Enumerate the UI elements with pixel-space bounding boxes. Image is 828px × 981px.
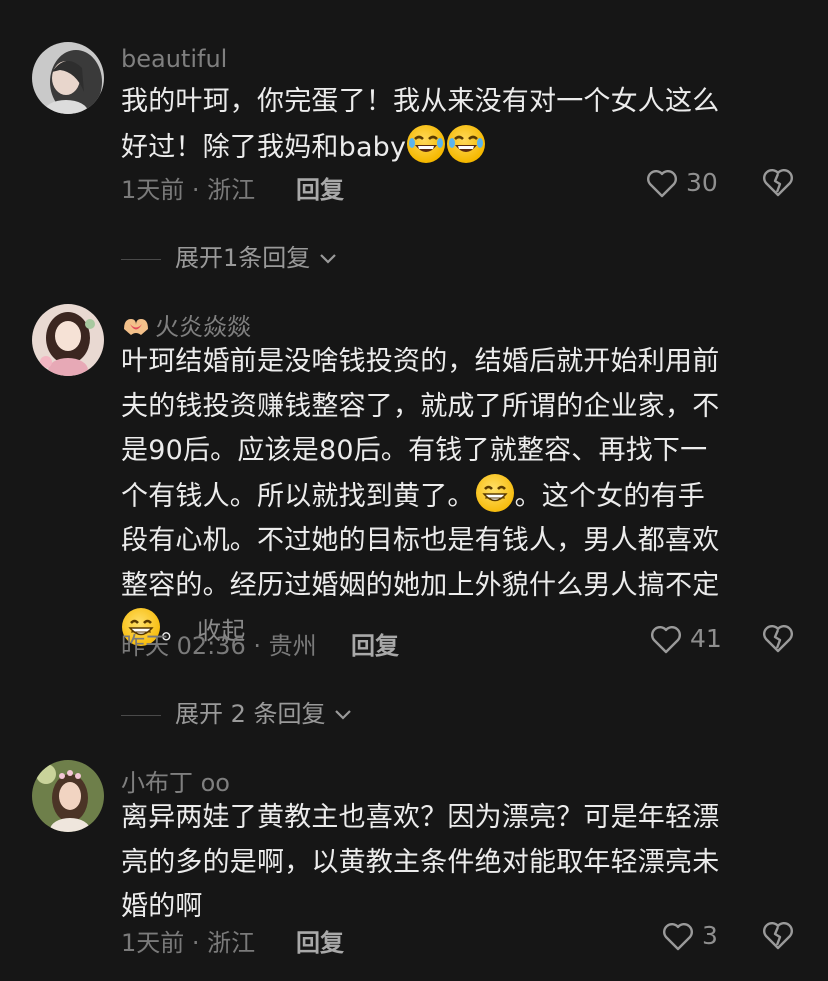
comment-line: 夫的钱投资赚钱整容了，就成了所谓的企业家，不 [121,390,720,422]
username[interactable]: 小布丁 oo [121,763,230,798]
comment-line: 是90后。应该是80后。有钱了就整容、再找下一 [121,435,708,466]
rolling-laughing-emoji [447,124,486,163]
comment-text-segment: 好过！除了我妈和baby [121,131,407,163]
broken-heart-icon [763,922,793,950]
chevron-down-icon [335,710,351,720]
rolling-laughing-emoji [407,124,446,163]
comment-line: 个有钱人。所以就找到黄了。 。这个女的有手 [121,473,791,520]
dislike-button[interactable] [762,168,794,198]
reply-button[interactable]: 回复 [296,923,344,958]
grinning-emoji [475,473,514,512]
username-text: 火炎焱燚 [155,313,251,341]
like-button[interactable]: 3 [662,921,718,952]
comment-text: 我的叶珂，你完蛋了！我从来没有对一个女人这么 好过！除了我妈和baby [121,80,791,170]
comment-line: 亮的多的是啊，以黄教主条件绝对能取年轻漂亮未 [121,846,720,878]
broken-heart-icon [763,625,793,653]
chevron-down-icon [320,254,336,264]
comment-meta: 1天前 · 浙江 [121,929,256,957]
heart-outline-icon [647,170,677,198]
comment-line: 离异两娃了黄教主也喜欢？因为漂亮？可是年轻漂 [121,802,720,833]
comment-line: 段有心机。不过她的目标也是有钱人，男人都喜欢 [121,525,720,556]
avatar[interactable] [32,304,104,376]
expand-label: 展开 2 条回复 [175,700,326,728]
comment-line: 好过！除了我妈和baby [121,124,791,171]
comment-meta: 1天前 · 浙江 [121,176,256,204]
comment-text: 离异两娃了黄教主也喜欢？因为漂亮？可是年轻漂 亮的多的是啊，以黄教主条件绝对能取… [121,796,791,930]
avatar[interactable] [32,42,104,114]
like-count: 41 [689,624,722,653]
dislike-button[interactable] [762,921,794,951]
like-button[interactable]: 41 [650,624,722,655]
reply-button[interactable]: 回复 [296,170,344,205]
divider-line [121,714,161,716]
like-count: 3 [701,921,718,950]
comment-line: 整容的。经历过婚姻的她加上外貌什么男人搞不定 [121,569,720,601]
avatar[interactable] [32,760,104,832]
comment-text: 叶珂结婚前是没啥钱投资的，结婚后就开始利用前 夫的钱投资赚钱整容了，就成了所谓的… [121,340,791,654]
expand-replies[interactable]: 展开1条回复 [121,238,338,273]
heart-outline-icon [651,626,681,654]
like-count: 30 [685,168,718,197]
username[interactable]: beautiful [121,45,227,73]
heart-outline-icon [663,923,693,951]
comment-line: 叶珂结婚前是没啥钱投资的，结婚后就开始利用前 [121,346,720,377]
divider-line [121,258,161,260]
expand-label: 展开1条回复 [175,244,311,272]
broken-heart-icon [763,169,793,197]
reply-button[interactable]: 回复 [351,626,399,661]
comment-text-segment: 个有钱人。所以就找到黄了。 [121,480,475,512]
comment-meta: 昨天 02:36 · 贵州 [121,632,317,660]
comment-line: 我的叶珂，你完蛋了！我从来没有对一个女人这么 [121,86,720,117]
like-button[interactable]: 30 [646,168,718,199]
dislike-button[interactable] [762,624,794,654]
comment-text-segment: 。这个女的有手 [514,480,706,512]
expand-replies[interactable]: 展开 2 条回复 [121,694,353,729]
